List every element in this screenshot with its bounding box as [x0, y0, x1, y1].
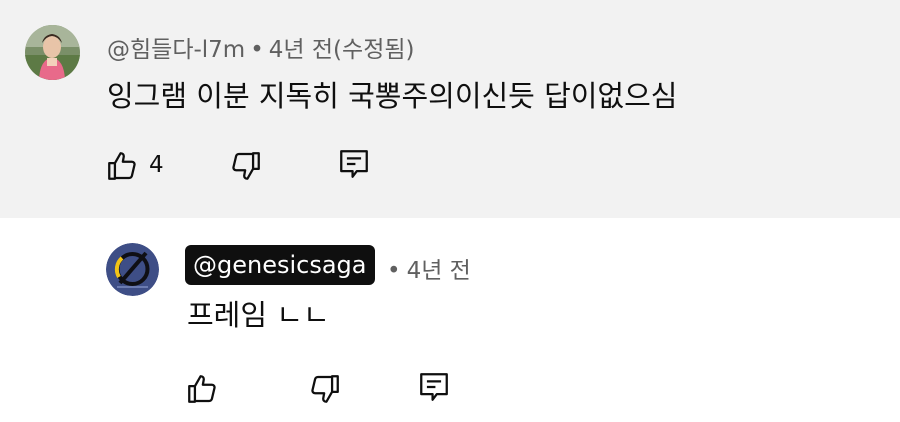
- comment-timestamp[interactable]: 4년 전(수정됨): [269, 37, 415, 63]
- reply-button[interactable]: [416, 369, 452, 405]
- meta-separator: •: [250, 37, 264, 63]
- reply-comment-icon: [340, 150, 368, 178]
- reply-button[interactable]: [336, 146, 372, 182]
- reply-timestamp[interactable]: 4년 전: [407, 258, 471, 284]
- comment-text: 잉그램 이분 지독히 국뽕주의이신듯 답이없으심: [107, 79, 678, 113]
- comment-author[interactable]: @힘들다-l7m: [107, 37, 245, 63]
- like-count: 4: [149, 152, 164, 178]
- thumbs-up-icon: [188, 375, 216, 403]
- reply-text: 프레임 ㄴㄴ: [187, 298, 330, 332]
- thumbs-down-icon: [311, 375, 339, 403]
- reply-comment-icon: [420, 373, 448, 401]
- meta-separator: •: [387, 258, 401, 284]
- commenter-avatar[interactable]: [25, 25, 80, 80]
- thumbs-up-icon: [108, 152, 136, 180]
- thumbs-down-icon: [232, 152, 260, 180]
- dislike-button[interactable]: [228, 148, 264, 184]
- comment-meta: @힘들다-l7m • 4년 전(수정됨): [107, 30, 415, 64]
- replier-avatar[interactable]: [106, 243, 159, 296]
- reply-author-badge[interactable]: @genesicsaga: [185, 245, 375, 285]
- like-button[interactable]: [104, 148, 140, 184]
- dislike-button[interactable]: [307, 371, 343, 407]
- like-button[interactable]: [184, 371, 220, 407]
- reply-meta: • 4년 전: [387, 251, 471, 285]
